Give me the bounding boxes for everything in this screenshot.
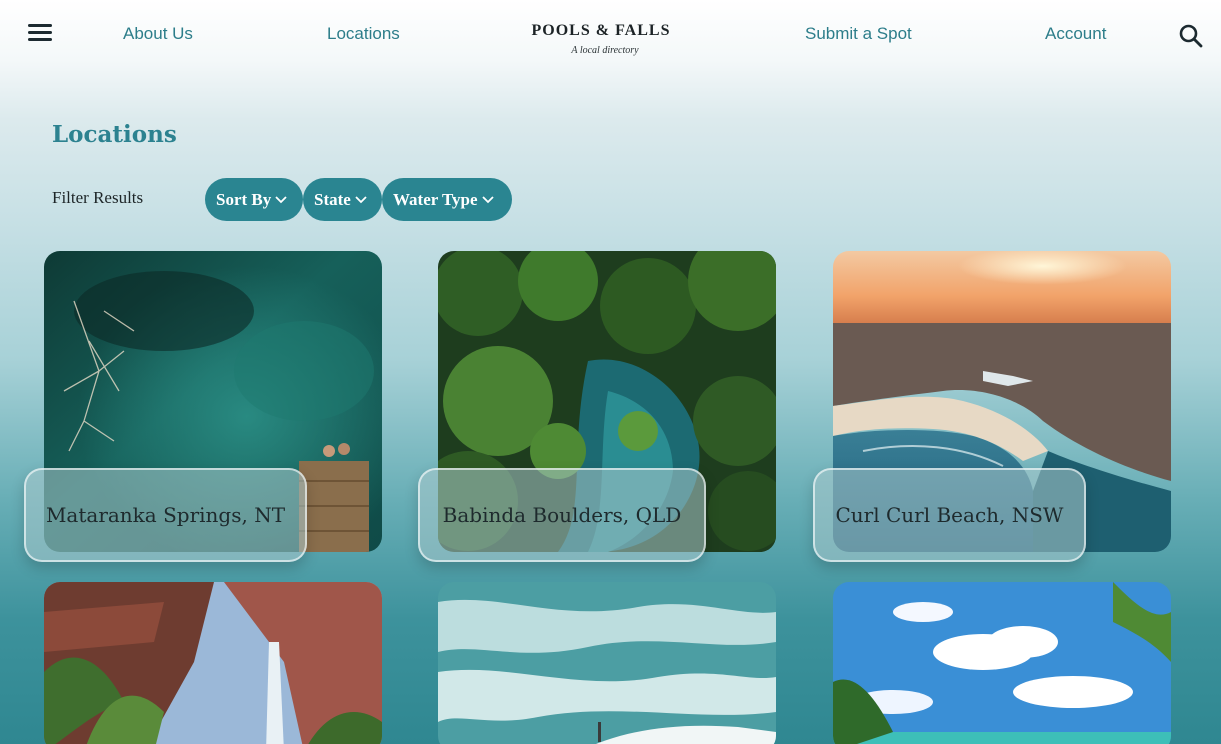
- location-photo: [44, 582, 382, 744]
- state-dropdown[interactable]: State: [303, 178, 382, 221]
- location-caption-curl-curl-beach[interactable]: Curl Curl Beach, NSW: [813, 468, 1086, 562]
- location-card[interactable]: [44, 582, 382, 744]
- sort-by-label: Sort By: [216, 189, 272, 209]
- chevron-down-icon: [355, 195, 367, 203]
- sort-by-dropdown[interactable]: Sort By: [205, 178, 303, 221]
- nav-account[interactable]: Account: [1045, 24, 1106, 44]
- search-icon[interactable]: [1178, 23, 1204, 49]
- location-card[interactable]: [833, 582, 1171, 744]
- location-caption-babinda-boulders[interactable]: Babinda Boulders, QLD: [418, 468, 706, 562]
- logo-tagline: A local directory: [571, 45, 639, 56]
- location-card[interactable]: [438, 582, 776, 744]
- filter-results-label: Filter Results: [52, 188, 144, 207]
- location-caption-mataranka-springs[interactable]: Mataranka Springs, NT: [24, 468, 307, 562]
- state-label: State: [314, 189, 351, 209]
- chevron-down-icon: [481, 195, 494, 203]
- location-photo: [833, 582, 1171, 744]
- page-title: Locations: [52, 121, 177, 148]
- site-logo[interactable]: POOLS & FALLS A local directory: [516, 22, 686, 56]
- nav-submit-a-spot[interactable]: Submit a Spot: [805, 24, 912, 44]
- nav-about-us[interactable]: About Us: [123, 24, 193, 44]
- logo-title: POOLS & FALLS: [531, 22, 671, 39]
- chevron-down-icon: [275, 195, 287, 203]
- location-photo: [438, 582, 776, 744]
- water-type-dropdown[interactable]: Water Type: [382, 178, 512, 221]
- nav-locations[interactable]: Locations: [327, 24, 400, 44]
- hamburger-menu-icon[interactable]: [28, 24, 52, 46]
- water-type-label: Water Type: [393, 189, 478, 209]
- site-header: About Us Locations POOLS & FALLS A local…: [0, 0, 1221, 75]
